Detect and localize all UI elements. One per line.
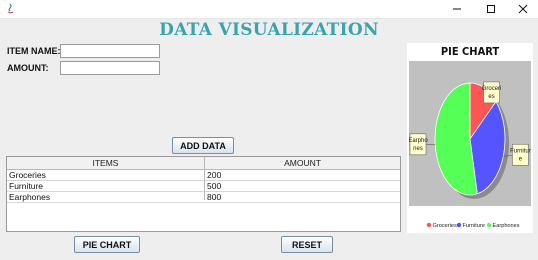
minimize-icon xyxy=(453,8,461,10)
item-cell: Groceries xyxy=(9,170,46,180)
app-window: DATA VISUALIZATION ITEM NAME: AMOUNT: AD… xyxy=(0,0,538,260)
item-name-input[interactable] xyxy=(60,44,160,58)
amount-label: AMOUNT: xyxy=(7,63,49,73)
title-bar xyxy=(0,0,538,19)
java-app-icon xyxy=(7,3,14,14)
maximize-button[interactable] xyxy=(475,0,507,18)
amount-cell: 200 xyxy=(207,170,222,180)
close-icon xyxy=(518,4,528,14)
chart-legend: Groceries Furniture Earphones xyxy=(426,222,520,229)
slice-label: Furniture xyxy=(510,143,531,166)
item-cell: Furniture xyxy=(9,181,44,191)
item-cell: Earphones xyxy=(9,192,51,202)
amount-input[interactable] xyxy=(60,61,160,75)
amount-cell: 800 xyxy=(207,192,222,202)
legend-swatch xyxy=(456,222,462,228)
item-name-label: ITEM NAME: xyxy=(7,46,61,56)
minimize-button[interactable] xyxy=(441,0,473,18)
legend-swatch xyxy=(426,222,432,228)
maximize-icon xyxy=(487,5,495,13)
slice-label-text: Furnitur xyxy=(510,148,531,154)
slice-label-text: nes xyxy=(413,146,423,152)
legend-label: Groceries xyxy=(433,223,457,229)
chart-panel: PIE CHART Groceri es Furnitur e Earpho nes Gro… xyxy=(407,43,533,233)
close-button[interactable] xyxy=(507,0,538,18)
data-table: ITEMS AMOUNT Groceries 200 Furniture 500… xyxy=(6,156,401,232)
legend-label: Furniture xyxy=(463,223,485,229)
slice-label-text: Groceri xyxy=(482,86,502,92)
slice-label: Groceri es xyxy=(482,81,502,104)
chart-title: PIE CHART xyxy=(440,45,500,58)
amount-cell: 500 xyxy=(207,181,222,191)
legend-label: Earphones xyxy=(493,223,520,229)
column-divider xyxy=(204,157,205,200)
legend-swatch xyxy=(486,222,492,228)
page-title: DATA VISUALIZATION xyxy=(159,20,379,40)
pie-chart-button[interactable]: PIE CHART xyxy=(74,236,140,253)
add-data-button[interactable]: ADD DATA xyxy=(172,137,234,154)
slice-label: Earpho nes xyxy=(409,133,428,156)
reset-button[interactable]: RESET xyxy=(281,236,333,253)
slice-label-text: Earpho xyxy=(409,138,428,144)
column-header-items[interactable]: ITEMS xyxy=(7,157,204,169)
pie-chart: GroceriesFurnitureEarphonesGroceries Furn… xyxy=(409,61,531,229)
column-header-amount[interactable]: AMOUNT xyxy=(205,157,400,169)
slice-label-text: es xyxy=(488,94,494,100)
